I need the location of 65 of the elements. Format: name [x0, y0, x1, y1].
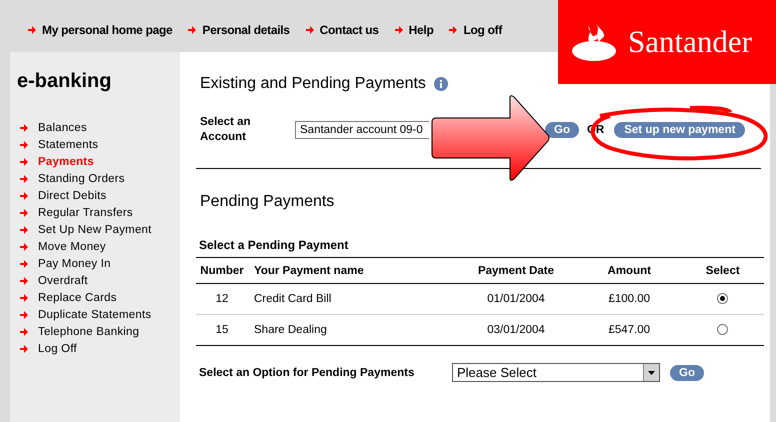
column-header: Payment Date — [478, 264, 554, 276]
new-payment-button[interactable]: Set up new payment — [614, 122, 746, 138]
radio-button[interactable] — [717, 293, 728, 304]
sidebar-item[interactable]: Telephone Banking — [38, 326, 140, 338]
option-dropdown[interactable]: Please Select — [452, 363, 660, 382]
arrow-icon — [20, 174, 28, 182]
table-cell: £100.00 — [608, 293, 650, 305]
arrow-icon — [20, 226, 28, 234]
sidebar-item[interactable]: Overdraft — [38, 274, 88, 286]
arrow-icon — [20, 310, 28, 318]
arrow-icon — [20, 242, 28, 250]
field-label: Select an Account — [200, 115, 252, 145]
arrow-icon — [20, 344, 28, 352]
column-header: Number — [200, 264, 244, 276]
table-cell: 01/01/2004 — [487, 293, 545, 305]
nav-link[interactable]: Help — [394, 23, 434, 37]
sidebar-item[interactable]: Balances — [38, 122, 87, 134]
sidebar-item[interactable]: Set Up New Payment — [38, 224, 152, 236]
arrow-icon — [20, 276, 28, 284]
account-select[interactable]: Santander account 09-0 — [295, 121, 429, 139]
arrow-icon — [20, 294, 28, 302]
column-header: Amount — [608, 264, 651, 276]
section-title: Pending Payments — [200, 193, 336, 211]
arrow-icon — [188, 26, 196, 34]
sidebar-item[interactable]: Direct Debits — [38, 190, 106, 202]
table-cell: £547.00 — [608, 324, 650, 336]
sidebar-item[interactable]: Move Money — [38, 240, 106, 252]
nav-link[interactable]: Personal details — [188, 23, 290, 37]
sidebar-item[interactable]: Log Off — [38, 342, 77, 354]
sidebar-item[interactable]: Statements — [38, 138, 98, 150]
arrow-icon — [306, 26, 314, 34]
table-cell: Credit Card Bill — [254, 293, 332, 305]
radio-button[interactable] — [717, 324, 728, 336]
go-button[interactable]: Go — [545, 122, 579, 138]
table-cell: 03/01/2004 — [487, 324, 545, 336]
table-caption: Select a Pending Payment — [199, 238, 350, 252]
arrow-icon — [20, 192, 28, 200]
column-header: Your Payment name — [254, 264, 364, 276]
table-cell: Share Dealing — [254, 324, 327, 336]
arrow-icon — [28, 26, 36, 34]
info-icon[interactable] — [434, 77, 448, 91]
nav-link[interactable]: Contact us — [306, 23, 379, 37]
page-title: Existing and Pending Payments — [200, 75, 426, 93]
sidebar-title: e-banking — [17, 70, 112, 93]
sidebar-item[interactable]: Standing Orders — [38, 172, 125, 184]
table-cell: 12 — [216, 293, 228, 305]
sidebar-item[interactable]: Pay Money In — [38, 258, 111, 270]
logo-text: Santander — [628, 24, 752, 60]
nav-link[interactable]: Log off — [449, 23, 502, 37]
arrow-icon — [20, 260, 28, 268]
arrow-icon — [20, 158, 28, 166]
sidebar-item[interactable]: Regular Transfers — [38, 206, 133, 218]
arrow-icon — [20, 208, 28, 216]
arrow-icon — [20, 328, 28, 336]
go-button[interactable]: Go — [670, 364, 704, 380]
field-label: Select an Option for Pending Payments — [199, 366, 416, 378]
nav-link[interactable]: My personal home page — [28, 23, 172, 37]
arrow-icon — [20, 124, 28, 132]
arrow-icon — [449, 26, 458, 34]
arrow-icon — [20, 140, 28, 148]
table-cell: 15 — [216, 324, 228, 336]
sidebar-item[interactable]: Duplicate Statements — [38, 308, 152, 320]
column-header: Select — [706, 264, 740, 276]
arrow-icon — [394, 26, 403, 34]
sidebar-item[interactable]: Replace Cards — [38, 292, 117, 304]
